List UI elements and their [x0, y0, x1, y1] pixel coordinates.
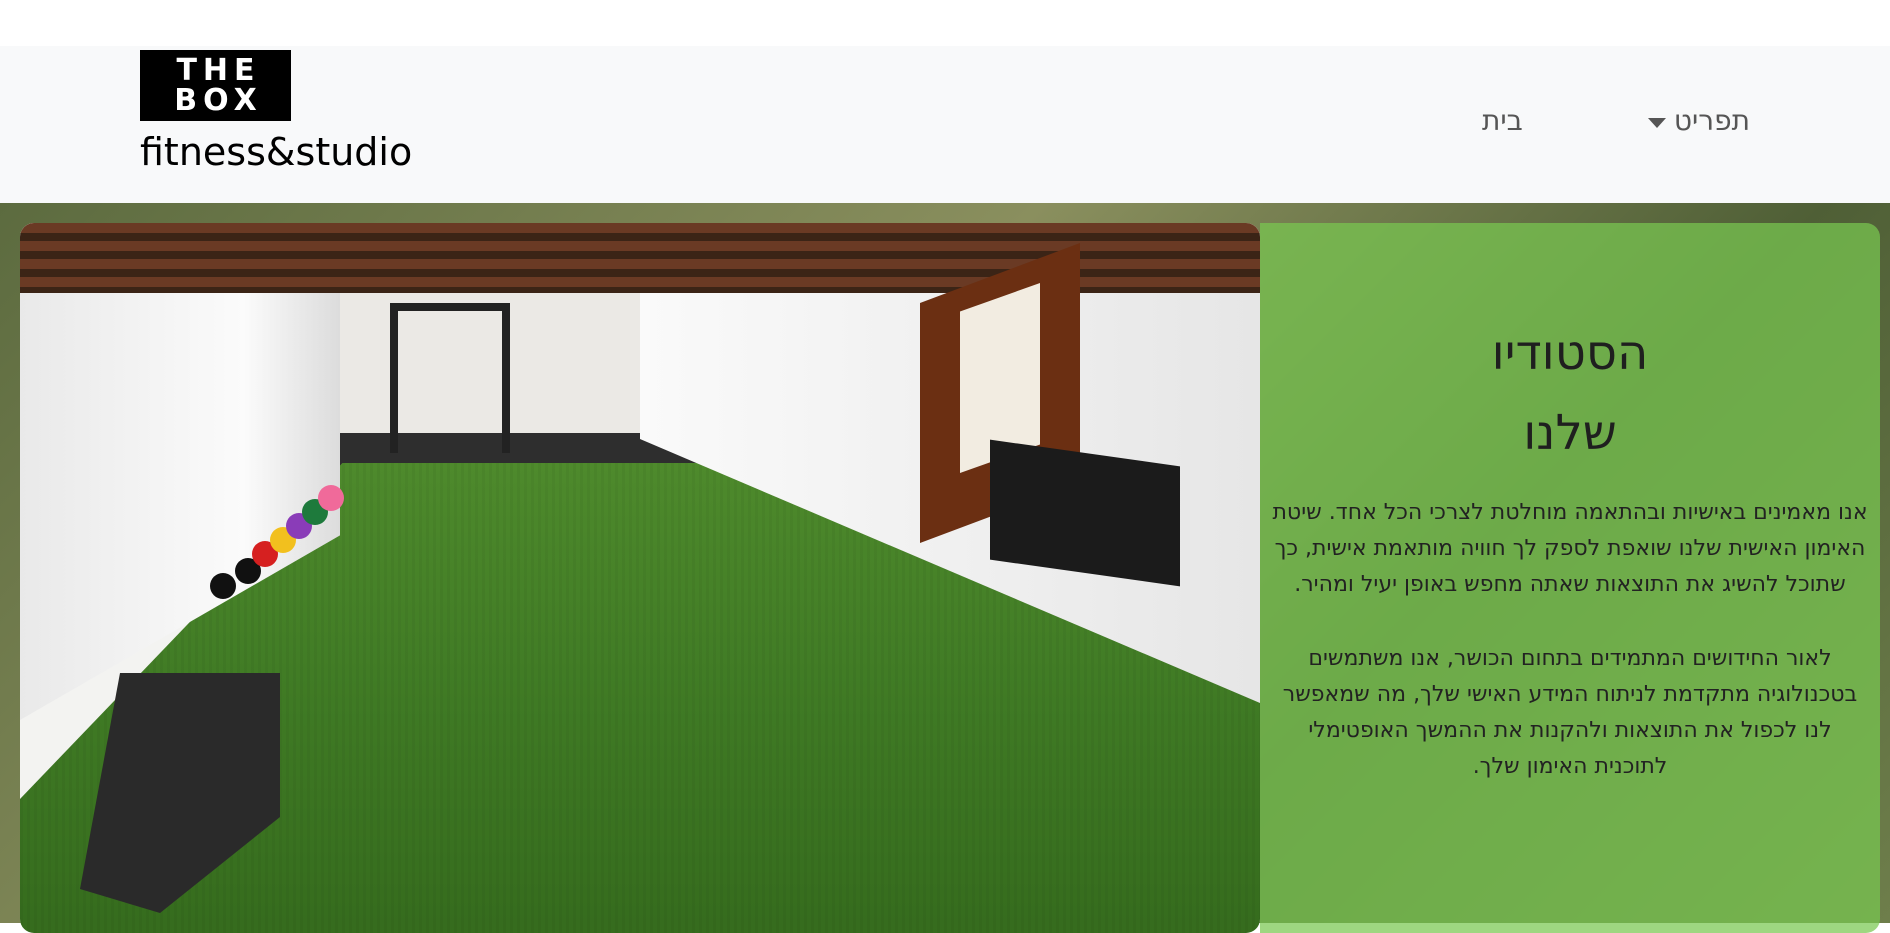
- section-title-line1: הסטודיו: [1491, 325, 1649, 381]
- logo-text-line2: BOX: [174, 82, 263, 118]
- section-title: הסטודיו שלנו: [1270, 313, 1870, 473]
- photo-squat-rack: [390, 303, 510, 453]
- studio-info-panel: הסטודיו שלנו אנו מאמינים באישיות ובהתאמה…: [1260, 223, 1880, 933]
- intro-paragraph: אנו מאמינים באישיות ובהתאמה מוחלטת לצרכי…: [1272, 500, 1868, 597]
- section-title-line2: שלנו: [1523, 405, 1617, 461]
- photo-kettlebell: [210, 573, 236, 599]
- navbar: THE BOX fitness&studio תפריט בית: [0, 46, 1890, 203]
- brand-name[interactable]: fitness&studio: [140, 129, 412, 175]
- main-nav: תפריט בית: [1482, 104, 1750, 137]
- photo-kettlebell: [318, 485, 344, 511]
- nav-link-home-label: בית: [1482, 104, 1523, 137]
- the-box-logo[interactable]: THE BOX: [140, 50, 291, 121]
- nav-link-home[interactable]: בית: [1482, 104, 1523, 137]
- logo-text-line1: THE: [176, 52, 261, 88]
- studio-photo: [20, 223, 1260, 933]
- nav-link-menu[interactable]: תפריט: [1647, 104, 1750, 137]
- nav-link-menu-label: תפריט: [1673, 104, 1750, 137]
- brand[interactable]: THE BOX fitness&studio: [140, 50, 412, 175]
- technology-paragraph: לאור החידושים המתמידים בתחום הכושר, אנו …: [1282, 646, 1858, 779]
- caret-down-icon: [1647, 117, 1666, 128]
- hero-section: הסטודיו שלנו אנו מאמינים באישיות ובהתאמה…: [0, 203, 1890, 933]
